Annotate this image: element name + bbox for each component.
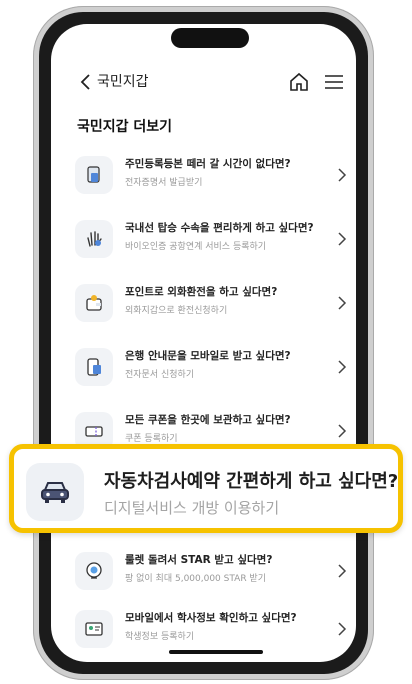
home-icon[interactable]	[288, 71, 310, 93]
item-title: 룰렛 돌려서 STAR 받고 싶다면?	[125, 554, 273, 566]
chevron-right-icon	[338, 424, 347, 438]
item-title: 포인트로 외화환전을 하고 싶다면?	[125, 286, 278, 298]
document-icon	[75, 156, 113, 194]
list-item[interactable]: 포인트로 외화환전을 하고 싶다면? 외화지갑으로 환전신청하기	[73, 278, 349, 330]
item-subtitle: 전자증명서 발급받기	[125, 178, 203, 188]
chevron-right-icon	[338, 232, 347, 246]
chevron-right-icon	[338, 168, 347, 182]
roulette-icon	[75, 552, 113, 590]
back-arrow-icon[interactable]	[77, 72, 97, 92]
item-subtitle: 전자문서 신청하기	[125, 370, 195, 380]
item-subtitle: 쿠폰 등록하기	[125, 434, 178, 444]
item-subtitle: 외화지갑으로 환전신청하기	[125, 306, 228, 316]
phone-frame: 국민지갑 국민지갑 더보기 주민등록등본 떼러 갈 시간이 없다면? 전자증명서…	[33, 6, 374, 680]
hamburger-menu-icon[interactable]	[323, 72, 345, 92]
header-title: 국민지갑	[97, 74, 149, 90]
chevron-right-icon	[338, 564, 347, 578]
chevron-right-icon	[338, 296, 347, 310]
student-card-icon	[75, 610, 113, 648]
app-header: 국민지갑	[51, 68, 356, 96]
callout-title: 자동차검사예약 간편하게 하고 싶다면?	[104, 471, 399, 492]
section-title: 국민지갑 더보기	[77, 119, 173, 135]
wallet-icon	[75, 284, 113, 322]
list-item[interactable]: 은행 안내문을 모바일로 받고 싶다면? 전자문서 신청하기	[73, 342, 349, 394]
list-item[interactable]: 룰렛 돌려서 STAR 받고 싶다면? 팡 없이 최대 5,000,000 ST…	[73, 546, 349, 598]
item-title: 국내선 탑승 수속을 편리하게 하고 싶다면?	[125, 222, 314, 234]
item-subtitle: 학생정보 등록하기	[125, 632, 195, 642]
callout-subtitle: 디지털서비스 개방 이용하기	[104, 499, 280, 517]
chevron-right-icon	[338, 622, 347, 636]
item-subtitle: 바이오인증 공항연계 서비스 등록하기	[125, 242, 267, 252]
phone-bezel: 국민지갑 국민지갑 더보기 주민등록등본 떼러 갈 시간이 없다면? 전자증명서…	[39, 12, 368, 674]
palm-scan-icon	[75, 220, 113, 258]
item-title: 주민등록등본 떼러 갈 시간이 없다면?	[125, 158, 291, 170]
item-title: 모바일에서 학사정보 확인하고 싶다면?	[125, 612, 297, 624]
list-item[interactable]: 국내선 탑승 수속을 편리하게 하고 싶다면? 바이오인증 공항연계 서비스 등…	[73, 214, 349, 266]
item-title: 은행 안내문을 모바일로 받고 싶다면?	[125, 350, 291, 362]
home-indicator	[169, 650, 263, 654]
list-item[interactable]: 모바일에서 학사정보 확인하고 싶다면? 학생정보 등록하기	[73, 604, 349, 656]
chevron-right-icon	[338, 360, 347, 374]
phone-screen: 국민지갑 국민지갑 더보기 주민등록등본 떼러 갈 시간이 없다면? 전자증명서…	[51, 24, 356, 662]
list-item[interactable]: 주민등록등본 떼러 갈 시간이 없다면? 전자증명서 발급받기	[73, 150, 349, 202]
item-title: 모든 쿠폰을 한곳에 보관하고 싶다면?	[125, 414, 291, 426]
mobile-document-icon	[75, 348, 113, 386]
car-icon	[26, 463, 84, 521]
highlighted-callout[interactable]: 자동차검사예약 간편하게 하고 싶다면? 디지털서비스 개방 이용하기	[9, 444, 403, 533]
dynamic-island	[171, 28, 249, 48]
item-subtitle: 팡 없이 최대 5,000,000 STAR 받기	[125, 574, 266, 584]
